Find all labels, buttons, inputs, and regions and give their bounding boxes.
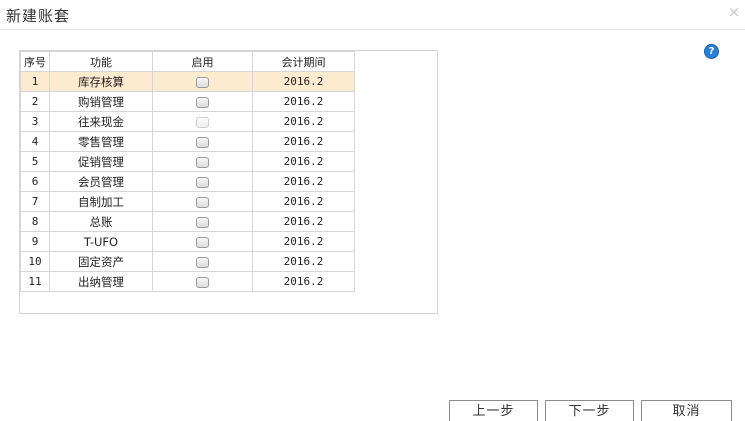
enable-checkbox[interactable] [196, 216, 209, 228]
enable-checkbox[interactable] [196, 236, 209, 248]
module-name: T-UFO [49, 231, 153, 252]
enable-checkbox [196, 116, 209, 128]
accounting-period: 2016.2 [252, 111, 355, 132]
accounting-period: 2016.2 [252, 251, 355, 272]
table-row[interactable]: 11 出纳管理 2016.2 [20, 271, 355, 292]
module-name: 会员管理 [49, 171, 153, 192]
accounting-period: 2016.2 [252, 71, 355, 92]
module-name: 自制加工 [49, 191, 153, 212]
enable-cell [152, 91, 253, 112]
dialog-title: 新建账套 [6, 7, 71, 25]
column-header-function: 功能 [49, 51, 153, 72]
enable-checkbox[interactable] [196, 176, 209, 188]
accounting-period: 2016.2 [252, 211, 355, 232]
enable-checkbox[interactable] [196, 136, 209, 148]
row-number: 3 [20, 111, 50, 132]
table-row[interactable]: 1 库存核算 2016.2 [20, 71, 355, 92]
row-number: 9 [20, 231, 50, 252]
row-number: 6 [20, 171, 50, 192]
table-row[interactable]: 2 购销管理 2016.2 [20, 91, 355, 112]
table-row[interactable]: 7 自制加工 2016.2 [20, 191, 355, 212]
row-number: 4 [20, 131, 50, 152]
accounting-period: 2016.2 [252, 171, 355, 192]
table-row[interactable]: 9 T-UFO 2016.2 [20, 231, 355, 252]
cancel-button[interactable]: 取消 [641, 400, 732, 421]
accounting-period: 2016.2 [252, 231, 355, 252]
new-account-set-dialog: 新建账套 × ? 序号 功能 启用 会计期间 1 库存核算 2016.2 2 购销管理 2… [0, 0, 745, 421]
accounting-period: 2016.2 [252, 271, 355, 292]
enable-cell [152, 251, 253, 272]
module-table: 序号 功能 启用 会计期间 1 库存核算 2016.2 2 购销管理 2016.2 3 往来现… [20, 51, 355, 292]
enable-cell [152, 131, 253, 152]
help-icon[interactable]: ? [704, 44, 719, 59]
accounting-period: 2016.2 [252, 91, 355, 112]
enable-checkbox[interactable] [196, 256, 209, 268]
enable-checkbox[interactable] [196, 76, 209, 88]
enable-cell [152, 71, 253, 92]
title-bar: 新建账套 × [0, 0, 745, 30]
close-icon[interactable]: × [727, 5, 741, 20]
enable-cell [152, 191, 253, 212]
accounting-period: 2016.2 [252, 191, 355, 212]
table-row[interactable]: 4 零售管理 2016.2 [20, 131, 355, 152]
column-header-enable: 启用 [152, 51, 253, 72]
row-number: 5 [20, 151, 50, 172]
row-number: 11 [20, 271, 50, 292]
module-name: 库存核算 [49, 71, 153, 92]
table-row[interactable]: 6 会员管理 2016.2 [20, 171, 355, 192]
table-row[interactable]: 3 往来现金 2016.2 [20, 111, 355, 132]
module-name: 零售管理 [49, 131, 153, 152]
row-number: 8 [20, 211, 50, 232]
enable-checkbox[interactable] [196, 96, 209, 108]
module-name: 总账 [49, 211, 153, 232]
column-header-no: 序号 [20, 51, 50, 72]
enable-cell [152, 151, 253, 172]
enable-cell [152, 231, 253, 252]
row-number: 1 [20, 71, 50, 92]
enable-checkbox[interactable] [196, 156, 209, 168]
row-number: 10 [20, 251, 50, 272]
next-step-button[interactable]: 下一步 [545, 400, 634, 421]
enable-cell [152, 271, 253, 292]
accounting-period: 2016.2 [252, 151, 355, 172]
column-header-period: 会计期间 [252, 51, 355, 72]
enable-checkbox[interactable] [196, 196, 209, 208]
table-row[interactable]: 10 固定资产 2016.2 [20, 251, 355, 272]
module-table-frame: 序号 功能 启用 会计期间 1 库存核算 2016.2 2 购销管理 2016.2 3 往来现… [19, 50, 438, 314]
row-number: 2 [20, 91, 50, 112]
table-row[interactable]: 5 促销管理 2016.2 [20, 151, 355, 172]
module-name: 固定资产 [49, 251, 153, 272]
enable-cell [152, 171, 253, 192]
accounting-period: 2016.2 [252, 131, 355, 152]
enable-checkbox[interactable] [196, 276, 209, 288]
module-name: 往来现金 [49, 111, 153, 132]
prev-step-button[interactable]: 上一步 [449, 400, 538, 421]
module-table-body: 1 库存核算 2016.2 2 购销管理 2016.2 3 往来现金 2016.2 4 零售管理 20… [20, 71, 355, 292]
enable-cell [152, 211, 253, 232]
row-number: 7 [20, 191, 50, 212]
module-name: 出纳管理 [49, 271, 153, 292]
enable-cell [152, 111, 253, 132]
module-name: 促销管理 [49, 151, 153, 172]
table-row[interactable]: 8 总账 2016.2 [20, 211, 355, 232]
table-header-row: 序号 功能 启用 会计期间 [20, 51, 355, 72]
module-name: 购销管理 [49, 91, 153, 112]
